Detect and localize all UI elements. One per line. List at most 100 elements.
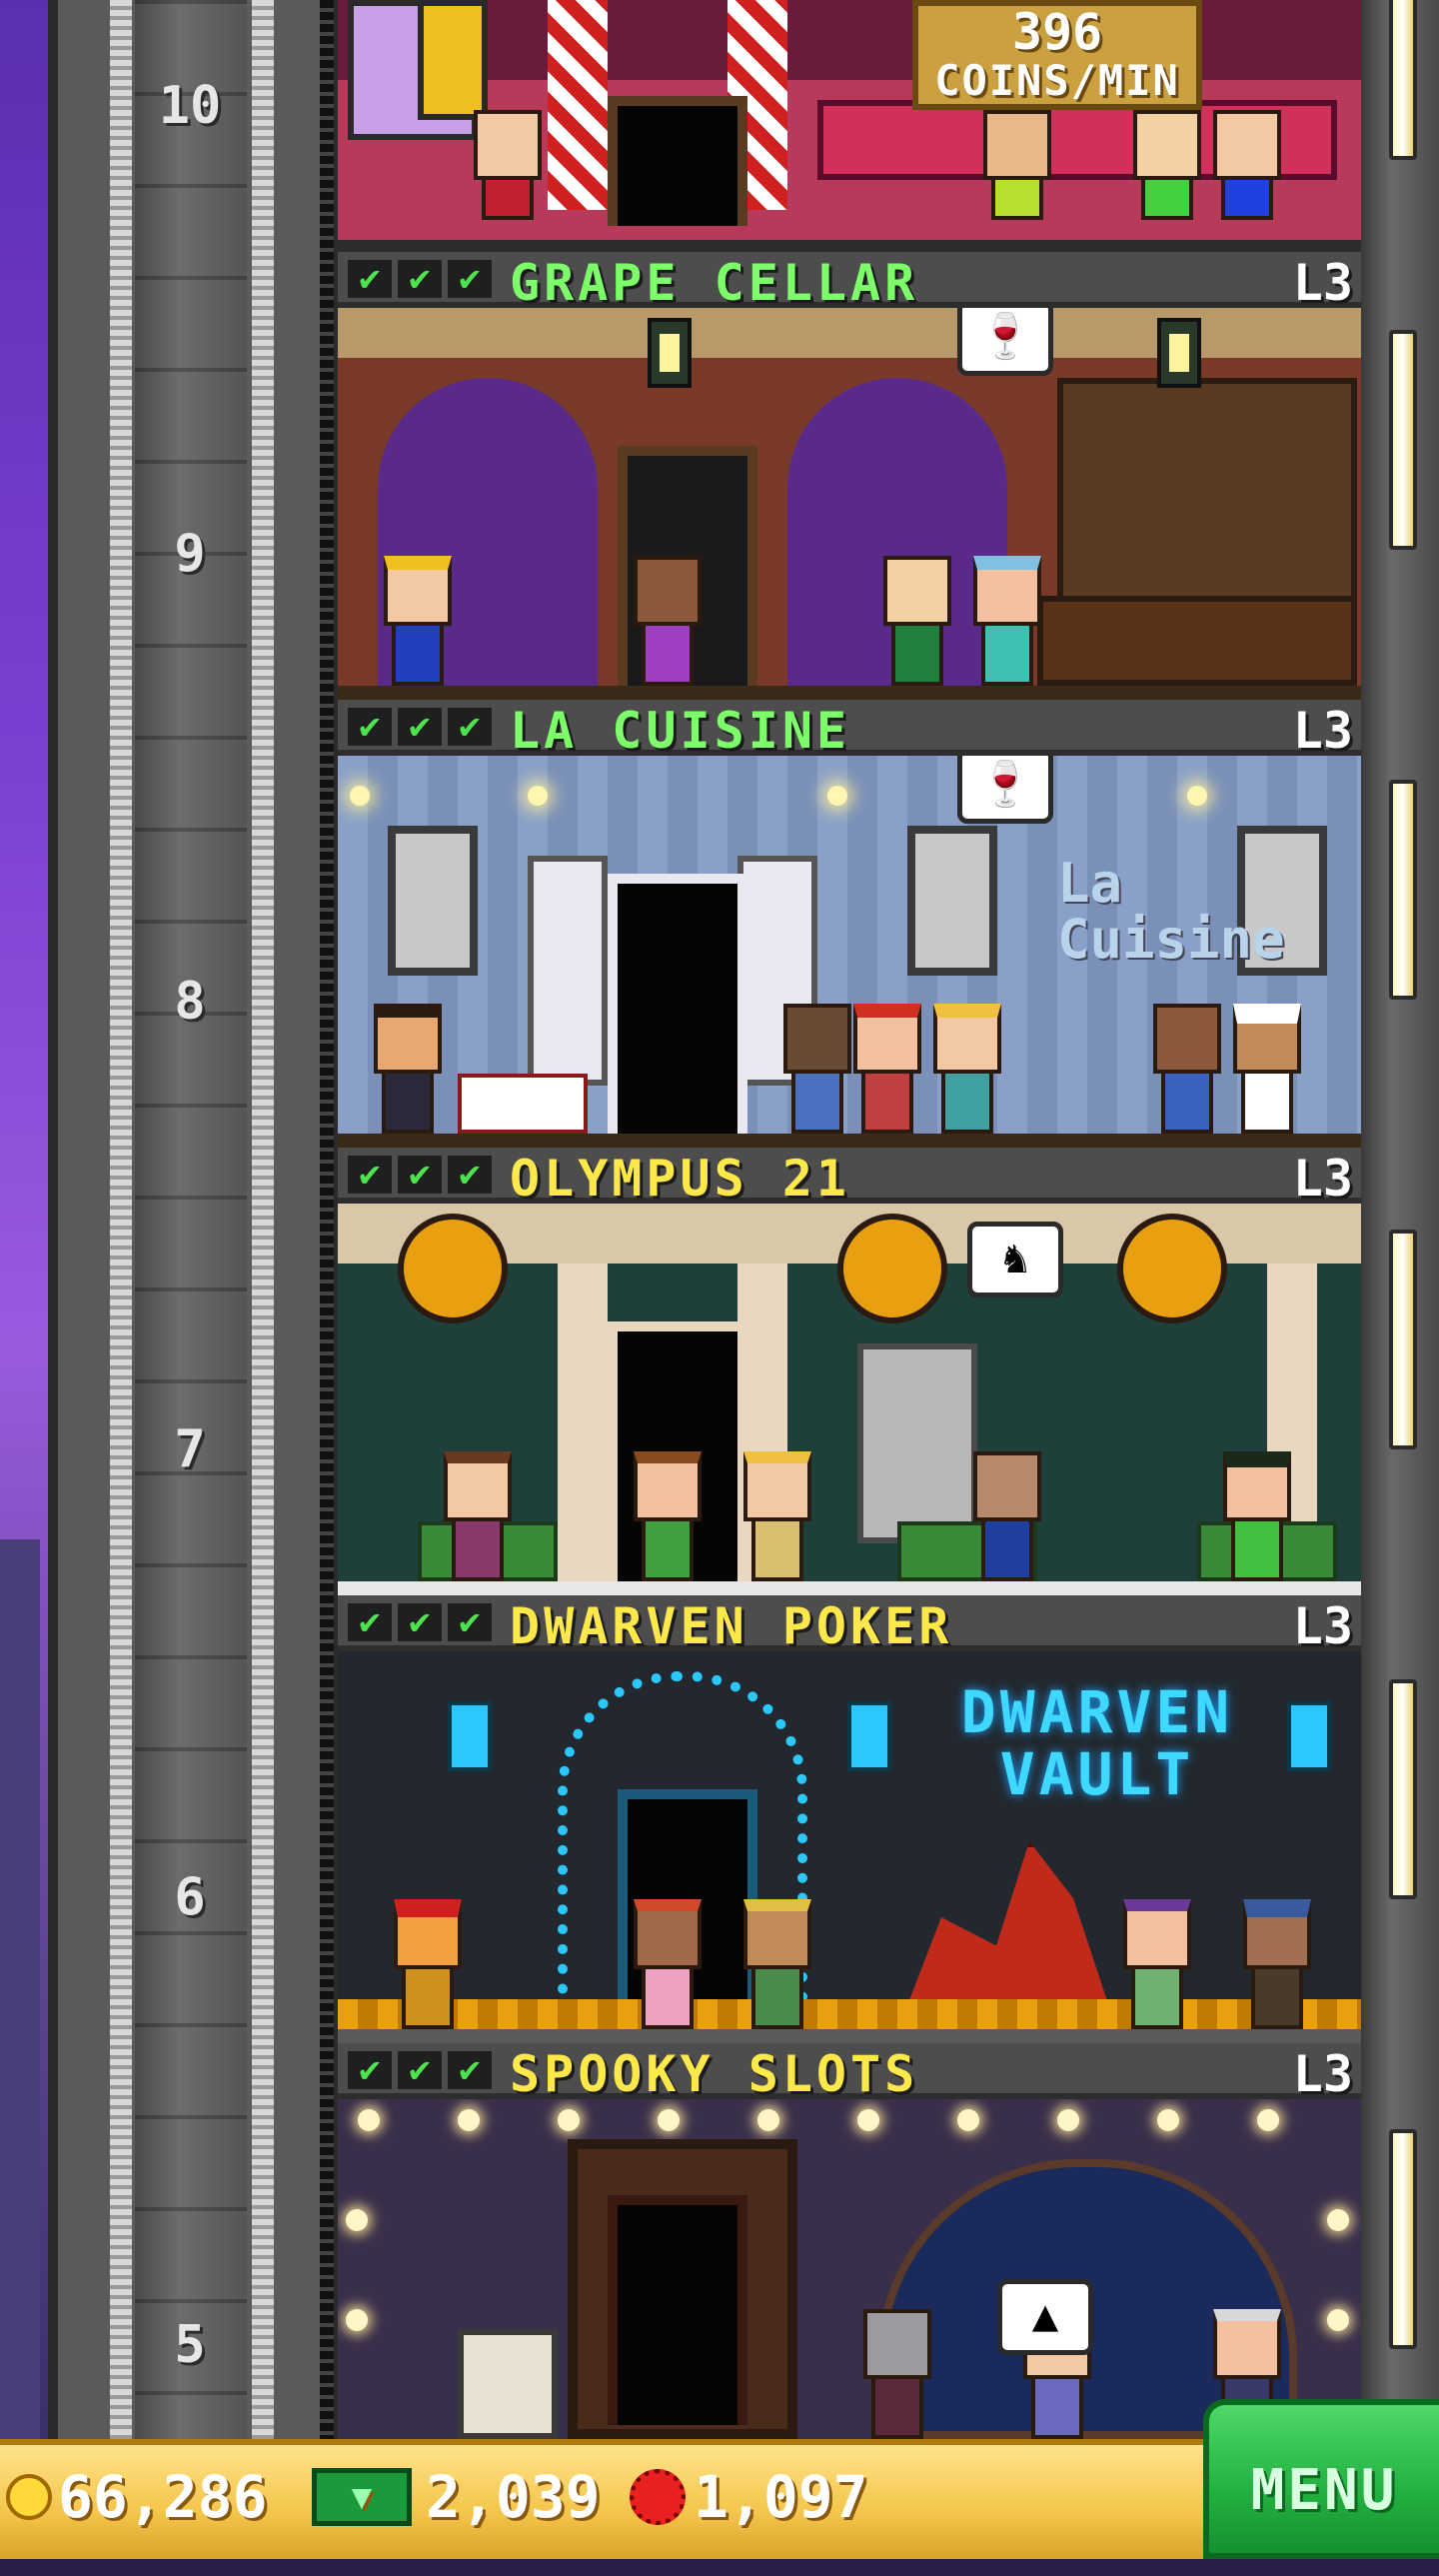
bitizen[interactable] [628,1451,708,1581]
bitizen[interactable] [927,1004,1007,1134]
slot-machine [458,2329,558,2439]
floor-number-9: 9 [174,524,206,584]
stock-checks: ✔ ✔ ✔ [348,708,492,746]
marquee-bulb [346,2309,368,2331]
door [608,2195,747,2425]
zeus-statue [857,1343,977,1543]
marquee-bulb [957,2109,979,2131]
floor-5-spooky-slots[interactable]: ✔ ✔ ✔ SPOOKY SLOTS L3 ▲ [338,2043,1361,2439]
bitizen[interactable] [737,1451,817,1581]
bitizen[interactable] [967,556,1047,686]
neon-lamp [847,1701,891,1771]
marquee-bulb [1157,2109,1179,2131]
floor-name: LA CUISINE [510,702,851,760]
marquee-bulb [458,2109,480,2131]
check-icon: ✔ [448,2051,492,2089]
floor-header[interactable]: ✔ ✔ ✔ GRAPE CELLAR L3 [338,252,1361,312]
bitizen[interactable] [468,110,548,220]
gnome-bitizen[interactable] [388,1899,468,2029]
check-icon: ✔ [348,2051,392,2089]
coin-rate-sign: 396 COINS/MIN [912,0,1202,110]
floor-7-room: ♞ [338,1204,1361,1595]
neon-lamp [448,1701,492,1771]
bitizen[interactable] [777,1004,857,1134]
greek-column [558,1264,608,1593]
window-light [1389,330,1417,550]
tickets-counter[interactable]: 1,097 [630,2463,868,2531]
menu-button[interactable]: MENU [1203,2399,1439,2559]
floor-6-room: DWARVEN VAULT [338,1651,1361,2043]
elevator-rail-right [252,0,274,2439]
coins-value: 66,286 [58,2463,268,2531]
floor-header[interactable]: ✔ ✔ ✔ LA CUISINE L3 [338,700,1361,760]
bitizen[interactable] [737,1899,817,2029]
wine-rack [1057,378,1357,628]
bitizen[interactable] [847,1004,927,1134]
witch-icon[interactable]: ▲ [997,2279,1093,2355]
bitizen[interactable] [628,556,708,686]
elevator-shaft-inner [135,0,247,2439]
helmet-icon[interactable]: ♞ [967,1222,1063,1297]
ticket-icon [630,2469,686,2525]
shelf-wall [338,0,1361,80]
wall-painting [907,826,997,976]
pirate-bitizen[interactable] [1217,1451,1297,1581]
floor-level: L3 [1292,254,1353,312]
floor-name: DWARVEN POKER [510,1597,953,1655]
wine-glass-icon[interactable]: 🍷 [957,756,1053,824]
bitizen[interactable] [378,556,458,686]
marquee-bulb [1257,2109,1279,2131]
check-icon: ✔ [348,1603,392,1641]
chef-bitizen[interactable] [1227,1004,1307,1134]
floor-header[interactable]: ✔ ✔ ✔ SPOOKY SLOTS L3 [338,2043,1361,2103]
bitizen[interactable] [967,1451,1047,1581]
floor-level: L3 [1292,1150,1353,1208]
bitizen[interactable] [977,110,1057,220]
floor-8-la-cuisine[interactable]: ✔ ✔ ✔ LA CUISINE L3 La Cuisine 🍷 [338,700,1361,1148]
window-light [1389,1679,1417,1899]
ceiling-beam [338,308,1361,358]
bitizen[interactable] [877,556,957,686]
bitizen[interactable] [1127,110,1207,220]
bitizen[interactable] [438,1451,518,1581]
dwarven-sign-line2: VAULT [999,1740,1195,1808]
wall-painting [388,826,478,976]
gold-medallion [398,1214,508,1323]
coins-counter[interactable]: 66,286 [6,2463,268,2531]
zombie-bitizen[interactable] [857,2309,937,2439]
wizard-bitizen[interactable] [1237,1899,1317,2029]
bitizen[interactable] [368,1004,448,1134]
coin-icon [6,2474,52,2520]
floor-7-olympus-21[interactable]: ✔ ✔ ✔ OLYMPUS 21 L3 ♞ [338,1148,1361,1595]
floor-10-candy-shop[interactable]: ● 396 COINS/MIN [338,0,1361,252]
gold-pile [338,1999,1361,2029]
gold-medallion [837,1214,947,1323]
bux-counter[interactable]: ▼ 2,039 [312,2463,601,2531]
door [608,96,747,226]
window-light [1389,2129,1417,2349]
marquee-bulb [1327,2209,1349,2231]
floor-9-grape-cellar[interactable]: ✔ ✔ ✔ GRAPE CELLAR L3 🍷 [338,252,1361,700]
tickets-value: 1,097 [694,2463,868,2531]
check-icon: ✔ [398,1603,442,1641]
floor-6-dwarven-poker[interactable]: ✔ ✔ ✔ DWARVEN POKER L3 DWARVEN VAULT [338,1595,1361,2043]
floor-header[interactable]: ✔ ✔ ✔ OLYMPUS 21 L3 [338,1148,1361,1208]
floor-header[interactable]: ✔ ✔ ✔ DWARVEN POKER L3 [338,1595,1361,1655]
clown-bitizen[interactable] [1207,110,1287,220]
wine-glass-icon[interactable]: 🍷 [957,308,1053,376]
bitizen[interactable] [628,1899,708,2029]
elevator-cable [320,0,334,2439]
coin-rate-value: 396 [1011,3,1103,61]
floor-number-6: 6 [174,1867,206,1927]
floor-divider [338,240,1361,252]
elevator-rail-left [110,0,132,2439]
wall-sconce [1187,786,1207,806]
floor-name: GRAPE CELLAR [510,254,919,312]
bitizen[interactable] [1117,1899,1197,2029]
lantern-icon [648,318,692,388]
floor-strip [338,2029,1361,2043]
check-icon: ✔ [348,260,392,298]
lantern-icon [1157,318,1201,388]
bitizen[interactable] [1147,1004,1227,1134]
floor-level: L3 [1292,1597,1353,1655]
